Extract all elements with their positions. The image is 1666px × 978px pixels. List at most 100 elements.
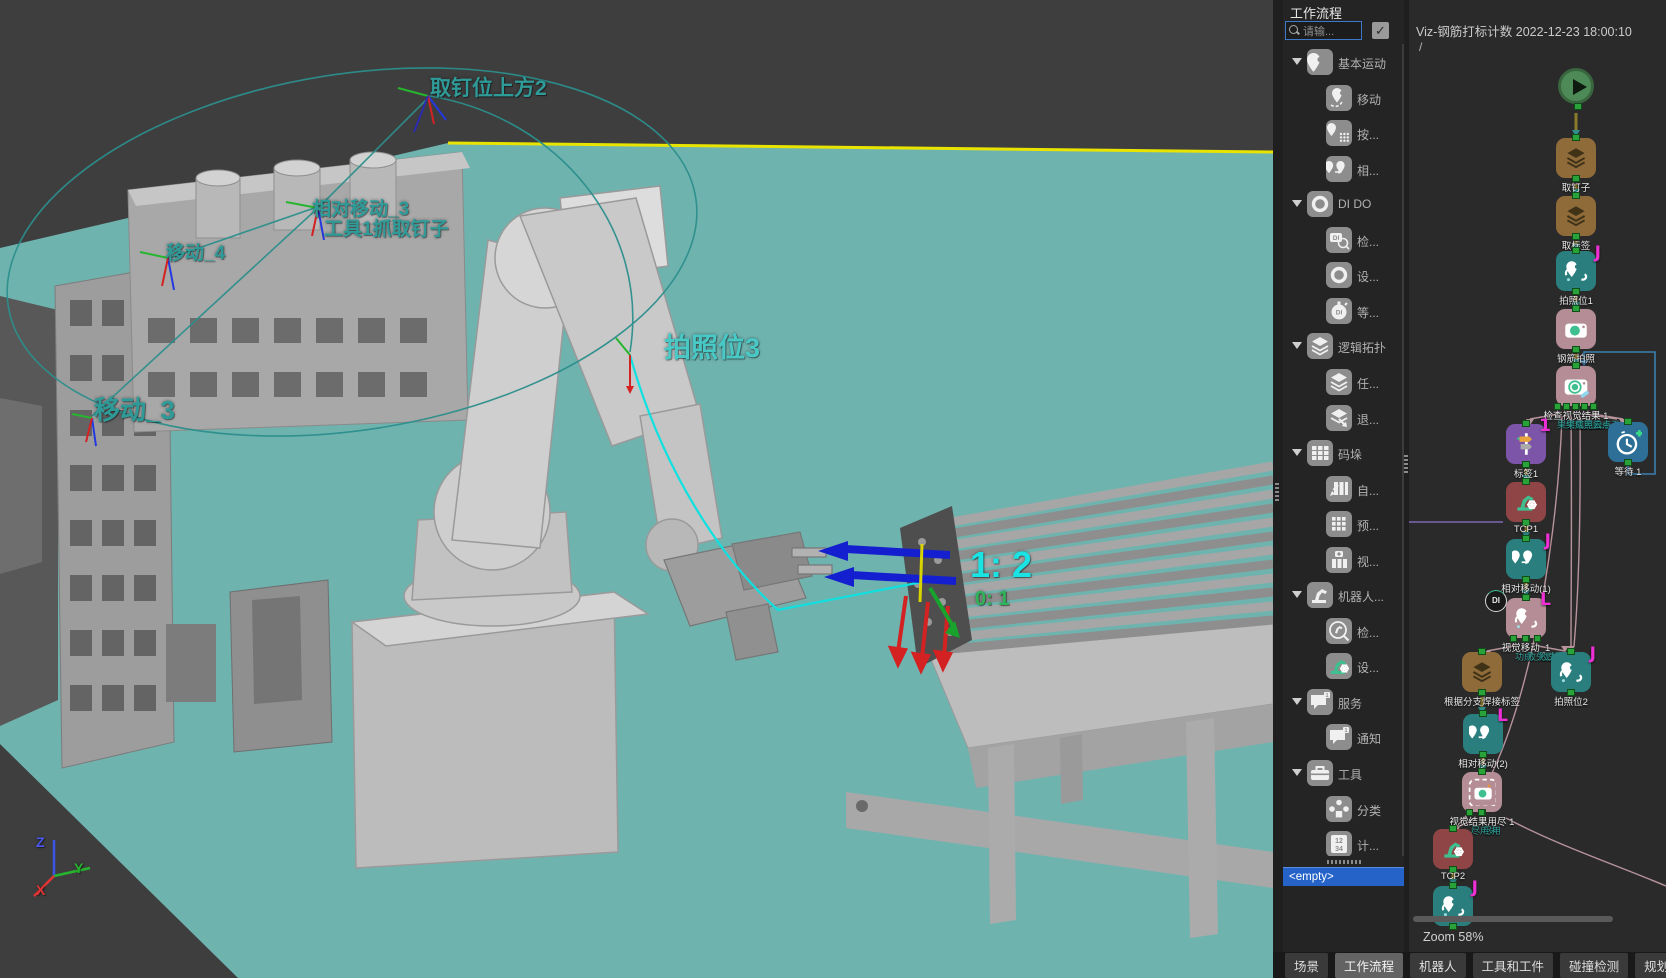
node-badge: L [1497,706,1508,726]
library-item-相...[interactable]: 相... [1283,153,1404,187]
canvas-horizontal-scrollbar[interactable] [1413,916,1613,922]
library-item-检...[interactable]: DI检... [1283,224,1404,258]
library-group-码垛[interactable]: 码垛 [1283,437,1404,471]
3d-viewport[interactable]: 取钉位上方2相对移动_3工具1抓取钉子移动_4移动_3拍照位31: 20: 1Z… [0,0,1273,978]
library-bottom-handle-icon[interactable] [1327,860,1363,864]
workflow-canvas[interactable]: Viz-钢筋打标计数 2022-12-23 18:00:10 / [1409,0,1666,952]
workflow-node-取钉子[interactable]: 取钉子 [1556,138,1596,178]
workflow-node-拍照位1[interactable]: J拍照位1 [1556,251,1596,291]
output-port[interactable] [1554,403,1561,410]
expand-triangle-icon[interactable] [1292,200,1302,207]
library-item-设...[interactable]: 设... [1283,259,1404,293]
output-port[interactable] [1563,403,1570,410]
tab-工作流程[interactable]: 工作流程 [1335,953,1403,978]
library-item-自...[interactable]: 自... [1283,473,1404,507]
workflow-node-TCP1[interactable]: TCP1 [1506,482,1546,522]
node-label: 拍照位2 [1526,694,1616,708]
output-port[interactable] [1534,635,1541,642]
output-port[interactable] [1590,403,1597,410]
tab-规划历史[interactable]: 规划历史 [1635,953,1666,978]
library-scrollbar[interactable] [1402,44,1404,856]
pin-pair-icon [1326,156,1352,182]
ring-icon [1326,262,1352,288]
workflow-node-拍照位2[interactable]: J拍照位2 [1551,652,1591,692]
expand-triangle-icon[interactable] [1292,698,1302,705]
workflow-node-视觉移动_1[interactable]: L视觉移动_1成功规划失败其他失败 [1506,598,1546,638]
tab-场景[interactable]: 场景 [1285,953,1328,978]
message-icon: 1 [1326,724,1352,750]
divider-handle-icon[interactable] [1404,455,1408,473]
library-item-label: DI DO [1338,197,1371,211]
workflow-node-检查视觉结果 1[interactable]: 检查视觉结果 1有结果无结果未完成未拍照无点云 [1556,366,1596,406]
output-port[interactable] [1478,809,1485,816]
library-group-逻辑拓扑[interactable]: 逻辑拓扑 [1283,330,1404,364]
library-group-机器人...[interactable]: 机器人... [1283,579,1404,613]
node-label: TCP1 [1481,524,1571,535]
library-group-基本运动[interactable]: 基本运动 [1283,46,1404,80]
tab-机器人[interactable]: 机器人 [1410,953,1466,978]
expand-triangle-icon[interactable] [1292,769,1302,776]
workflow-node-钢筋拍照[interactable]: 钢筋拍照 [1556,309,1596,349]
svg-text:1: 1 [1325,693,1328,699]
library-item-label: 分类 [1357,802,1381,819]
output-port[interactable] [1572,403,1579,410]
library-item-label: 任... [1357,375,1379,392]
library-item-视...[interactable]: 视... [1283,544,1404,578]
library-item-label: 逻辑拓扑 [1338,339,1386,356]
search-icon [1289,25,1300,36]
library-group-工具[interactable]: 工具 [1283,757,1404,791]
library-item-label: 检... [1357,233,1379,250]
workflow-node-标签1[interactable]: 1标签1 [1506,424,1546,464]
node-library-tree: 基本运动移动按...相...DI DODI检...设...DI等...逻辑拓扑任… [1283,44,1404,856]
divider-handle-icon[interactable] [1275,483,1279,501]
workflow-node-相对移动(1)[interactable]: J相对移动(1) [1506,539,1546,579]
expand-triangle-icon[interactable] [1292,342,1302,349]
library-group-DI DO[interactable]: DI DO [1283,188,1404,222]
output-port[interactable] [1466,809,1473,816]
library-item-检...[interactable]: 检... [1283,615,1404,649]
workflow-node-相对移动(2)[interactable]: L相对移动(2) [1463,714,1503,754]
3d-scene [0,0,1273,978]
library-item-分类[interactable]: 分类 [1283,793,1404,827]
tab-工具和工件[interactable]: 工具和工件 [1473,953,1554,978]
library-item-计...[interactable]: 1234计... [1283,828,1404,856]
library-item-任...[interactable]: 任... [1283,366,1404,400]
output-port[interactable] [1581,403,1588,410]
library-item-退...[interactable]: 退... [1283,402,1404,436]
workflow-node-等待 1[interactable]: 等待 1 [1608,422,1648,462]
library-item-等...[interactable]: DI等... [1283,295,1404,329]
library-group-服务[interactable]: 1服务 [1283,686,1404,720]
search-input[interactable]: 请输... [1285,21,1362,40]
library-item-label: 按... [1357,126,1379,143]
app-window: 取钉位上方2相对移动_3工具1抓取钉子移动_4移动_3拍照位31: 20: 1Z… [0,0,1666,978]
filter-checkbox[interactable]: ✓ [1372,22,1389,39]
library-item-label: 机器人... [1338,588,1384,605]
viewport-panel-divider[interactable] [1273,0,1283,978]
pin-path-icon [1326,85,1352,111]
svg-text:12: 12 [1335,838,1343,845]
workflow-node-TCP2[interactable]: TCP2 [1433,829,1473,869]
workflow-node-根据分支焊接标签[interactable]: 根据分支焊接标签 [1462,652,1502,692]
tab-碰撞检测[interactable]: 碰撞检测 [1560,953,1628,978]
pin-icon [1307,49,1333,75]
library-item-通知[interactable]: 1通知 [1283,721,1404,755]
workflow-node-取标签[interactable]: 取标签 [1556,196,1596,236]
robot-icon [1307,582,1333,608]
expand-triangle-icon[interactable] [1292,449,1302,456]
play-button[interactable] [1558,68,1594,104]
layers-exit-icon [1326,405,1352,431]
expand-triangle-icon[interactable] [1292,591,1302,598]
node-badge: J [1590,644,1596,664]
library-item-移动[interactable]: 移动 [1283,82,1404,116]
library-item-label: 自... [1357,482,1379,499]
library-item-预...[interactable]: 预... [1283,508,1404,542]
library-item-设...[interactable]: 设... [1283,650,1404,684]
output-port[interactable] [1510,635,1517,642]
zoom-level: Zoom 58% [1423,930,1483,944]
output-port[interactable] [1522,635,1529,642]
empty-selection-bar[interactable]: <empty> [1283,867,1404,886]
workflow-node-视觉结果用尽 1[interactable]: 视觉结果用尽 1未用尽用尽 [1462,772,1502,812]
bottom-tab-bar: 场景工作流程机器人工具和工件碰撞检测规划历史其他 [1273,952,1666,978]
library-item-按...[interactable]: 按... [1283,117,1404,151]
expand-triangle-icon[interactable] [1292,58,1302,65]
